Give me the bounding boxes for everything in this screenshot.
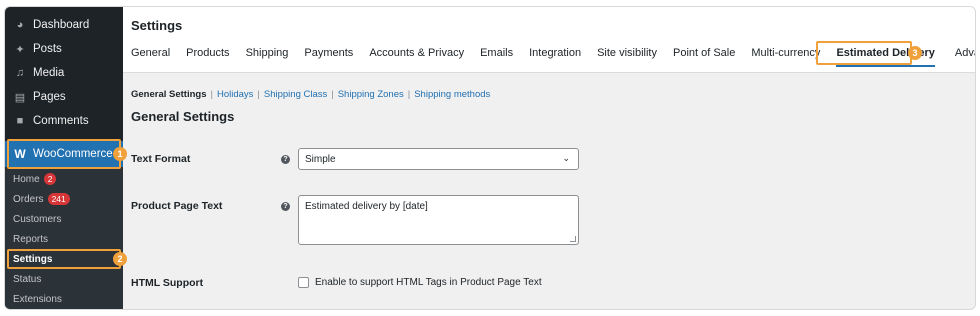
- section-title: General Settings: [131, 109, 235, 124]
- submenu-item-customers[interactable]: Customers: [13, 211, 61, 227]
- resize-handle[interactable]: [570, 236, 576, 242]
- sidebar-item-dashboard[interactable]: ◕ Dashboard: [5, 13, 123, 37]
- text-format-label: Text Format: [131, 153, 191, 165]
- step-2-highlight: [7, 249, 121, 269]
- tab-general[interactable]: General: [131, 47, 170, 59]
- html-support-label: HTML Support: [131, 277, 204, 289]
- sidebar-item-comments[interactable]: ■ Comments: [5, 109, 123, 133]
- tab-point-of-sale[interactable]: Point of Sale: [673, 47, 735, 59]
- separator: |: [331, 89, 334, 100]
- sidebar-item-posts[interactable]: ✦ Posts: [5, 37, 123, 61]
- chevron-down-icon: ⌄: [562, 153, 570, 163]
- notification-badge: 241: [47, 193, 70, 205]
- product-page-text-label: Product Page Text: [131, 200, 223, 212]
- step-1-highlight: [7, 139, 121, 169]
- app-window: ◕ Dashboard ✦ Posts ♫ Media ▤ Pages ■ Co…: [4, 6, 976, 310]
- link-holidays[interactable]: Holidays: [217, 89, 253, 100]
- link-shipping-zones[interactable]: Shipping Zones: [338, 89, 404, 100]
- link-general-settings[interactable]: General Settings: [131, 89, 207, 100]
- submenu-item-reports[interactable]: Reports: [13, 231, 48, 247]
- main-content: Settings General Products Shipping Payme…: [123, 7, 975, 309]
- text-format-select[interactable]: Simple ⌄: [298, 148, 579, 170]
- comment-icon: ■: [16, 115, 24, 127]
- tab-accounts-privacy[interactable]: Accounts & Privacy: [369, 47, 464, 59]
- tab-shipping[interactable]: Shipping: [246, 47, 289, 59]
- separator: |: [210, 89, 213, 100]
- html-support-checkbox-label: Enable to support HTML Tags in Product P…: [315, 277, 542, 288]
- submenu-item-extensions[interactable]: Extensions: [13, 291, 62, 307]
- sidebar-item-pages[interactable]: ▤ Pages: [5, 85, 123, 109]
- step-3-highlight: [816, 41, 912, 65]
- link-shipping-class[interactable]: Shipping Class: [264, 89, 327, 100]
- separator: |: [407, 89, 411, 100]
- help-icon[interactable]: ?: [281, 202, 290, 211]
- tab-integration[interactable]: Integration: [529, 47, 581, 59]
- pages-icon: ▤: [14, 91, 26, 104]
- pin-icon: ✦: [15, 43, 25, 56]
- notification-badge: 2: [43, 173, 57, 185]
- tab-advanced[interactable]: Advanced: [955, 47, 975, 59]
- section-links: General Settings | Holidays | Shipping Class…: [131, 89, 490, 100]
- dashboard-icon: ◕: [16, 19, 24, 31]
- tab-products[interactable]: Products: [186, 47, 229, 59]
- tab-site-visibility[interactable]: Site visibility: [597, 47, 657, 59]
- html-support-checkbox[interactable]: [298, 277, 309, 288]
- tab-emails[interactable]: Emails: [480, 47, 513, 59]
- sidebar-item-media[interactable]: ♫ Media: [5, 61, 123, 85]
- help-icon[interactable]: ?: [281, 155, 290, 164]
- product-page-text-input[interactable]: Estimated delivery by [date]: [298, 195, 579, 245]
- link-shipping-methods[interactable]: Shipping methods: [414, 89, 490, 100]
- separator: |: [257, 89, 260, 100]
- submenu-item-orders[interactable]: Orders 241: [13, 191, 70, 207]
- media-icon: ♫: [15, 67, 25, 79]
- step-3-marker: 3: [908, 46, 922, 60]
- submenu-item-home[interactable]: Home 2: [13, 171, 57, 187]
- tab-multi-currency[interactable]: Multi-currency: [751, 47, 820, 59]
- woocommerce-submenu: Home 2 Orders 241 Customers Reports Sett…: [5, 167, 123, 309]
- page-title: Settings: [131, 18, 183, 33]
- tab-payments[interactable]: Payments: [304, 47, 353, 59]
- submenu-item-status[interactable]: Status: [13, 271, 41, 287]
